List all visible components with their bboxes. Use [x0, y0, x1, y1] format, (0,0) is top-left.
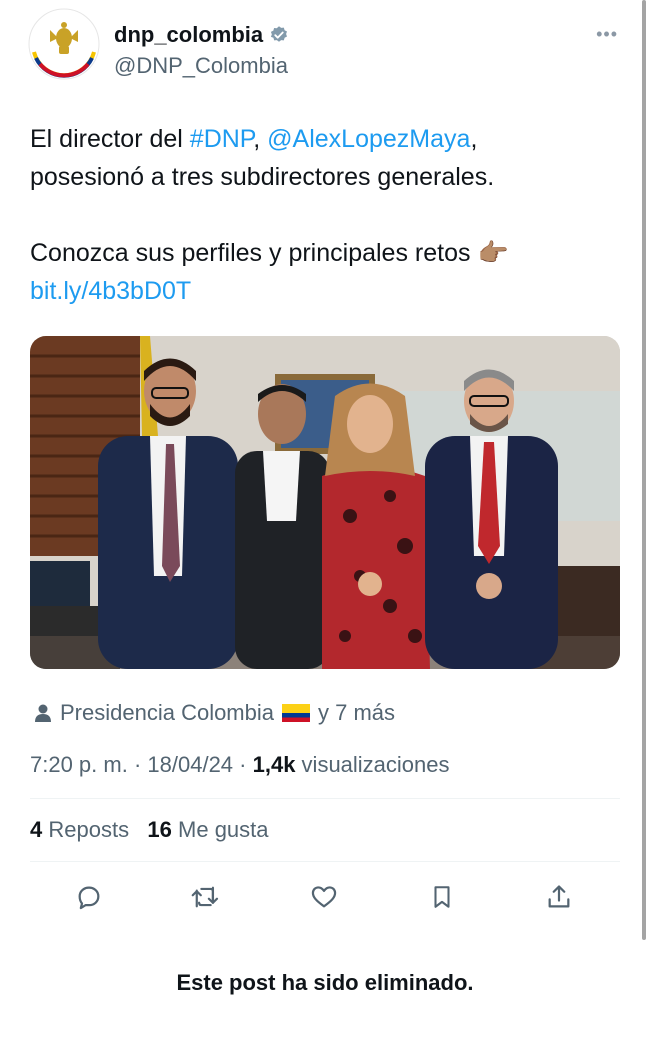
post-line-2: posesionó a tres subdirectores generales… — [30, 163, 495, 191]
likes-stat[interactable]: 16 Me gusta — [147, 817, 268, 842]
share-button[interactable] — [538, 876, 580, 918]
reply-button[interactable] — [68, 876, 110, 918]
engagement-stats: 4 Reposts 16 Me gusta — [30, 817, 269, 843]
post-header: dnp_colombia @DNP_Colombia ••• — [28, 8, 618, 80]
tagged-people[interactable]: Presidencia Colombia y 7 más — [34, 700, 395, 726]
post-line-1: El director del #DNP, @AlexLopezMaya, — [30, 120, 620, 158]
display-name[interactable]: dnp_colombia — [114, 22, 289, 48]
verified-badge-icon — [271, 26, 288, 42]
action-bar — [30, 876, 620, 918]
avatar[interactable] — [28, 8, 100, 80]
post-text-segment: , — [253, 125, 268, 153]
post-time[interactable]: 7:20 p. m. — [30, 752, 128, 777]
display-name-text[interactable]: dnp_colombia — [114, 22, 263, 48]
post-text-segment: Conozca sus perfiles y principales retos — [30, 239, 471, 267]
bookmark-button[interactable] — [421, 876, 463, 918]
separator: · — [233, 752, 253, 777]
tagged-others[interactable]: y 7 más — [318, 700, 395, 726]
reposts-count: 4 — [30, 817, 43, 842]
views-count: 1,4k — [252, 752, 296, 777]
post-text-segment: , — [470, 125, 478, 153]
person-icon — [35, 704, 51, 722]
more-options-icon[interactable]: ••• — [596, 24, 618, 45]
reposts-label: Reposts — [42, 817, 130, 842]
tagged-name[interactable]: Presidencia Colombia — [60, 700, 274, 726]
bookmark-icon — [434, 886, 450, 908]
divider — [30, 861, 620, 862]
handle[interactable]: @DNP_Colombia — [114, 53, 288, 79]
post-blank-line — [30, 196, 620, 234]
repost-icon — [191, 886, 219, 908]
divider — [30, 798, 620, 799]
likes-count: 16 — [147, 817, 172, 842]
share-icon — [548, 885, 570, 908]
post-text-segment: El director del — [30, 125, 190, 153]
short-link[interactable]: bit.ly/4b3bD0T — [30, 272, 620, 310]
scrollbar[interactable] — [642, 0, 646, 940]
colombia-flag-icon — [282, 704, 310, 722]
repost-button[interactable] — [185, 876, 227, 918]
views-label: visualizaciones — [295, 752, 450, 777]
photo-of-four-officials-icon — [30, 336, 620, 669]
pointing-right-emoji-icon: 👉🏽 — [477, 239, 509, 267]
likes-label: Me gusta — [171, 817, 269, 842]
dnp-logo-icon — [28, 8, 100, 80]
deleted-notice: Este post ha sido eliminado. — [176, 970, 474, 995]
reposts-stat[interactable]: 4 Reposts — [30, 817, 129, 842]
like-button[interactable] — [303, 876, 345, 918]
post-date[interactable]: 18/04/24 — [147, 752, 233, 777]
reply-icon — [78, 886, 100, 910]
post-line-3: Conozca sus perfiles y principales retos… — [30, 234, 620, 272]
like-icon — [311, 886, 337, 908]
separator: · — [127, 752, 148, 777]
hashtag-link[interactable]: #DNP — [190, 125, 253, 153]
mention-link[interactable]: @AlexLopezMaya — [267, 125, 470, 153]
post-meta: 7:20 p. m. · 18/04/24 · 1,4k visualizaci… — [30, 752, 450, 778]
post-text: El director del #DNP, @AlexLopezMaya, po… — [30, 120, 620, 310]
post-photo[interactable] — [30, 336, 620, 669]
